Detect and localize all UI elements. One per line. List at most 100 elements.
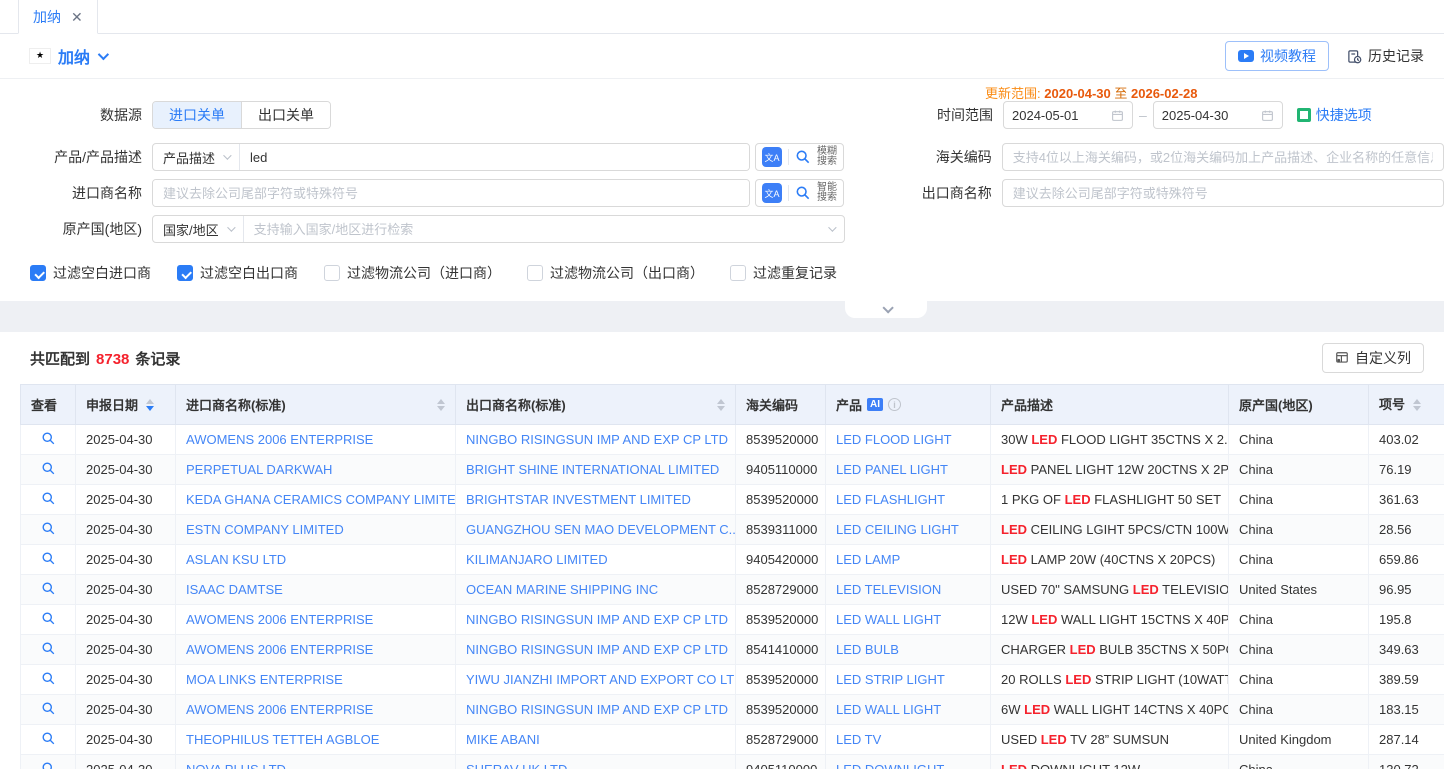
search-mode-icon[interactable] [795, 185, 811, 201]
cell-cif-value: 389.59 [1369, 665, 1444, 695]
translate-icon[interactable]: 文A [762, 183, 782, 203]
importer-link[interactable]: NOVA PLUS LTD [186, 762, 286, 769]
close-icon[interactable]: ✕ [71, 10, 83, 24]
view-icon[interactable] [41, 521, 56, 536]
importer-link[interactable]: AWOMENS 2006 ENTERPRISE [186, 702, 373, 717]
importer-link[interactable]: AWOMENS 2006 ENTERPRISE [186, 432, 373, 447]
view-icon[interactable] [41, 581, 56, 596]
product-link[interactable]: LED WALL LIGHT [836, 702, 941, 717]
checkbox-icon[interactable] [527, 265, 543, 281]
view-icon[interactable] [41, 551, 56, 566]
importer-link[interactable]: PERPETUAL DARKWAH [186, 462, 332, 477]
view-icon[interactable] [41, 431, 56, 446]
view-icon[interactable] [41, 701, 56, 716]
exporter-link[interactable]: MIKE ABANI [466, 732, 540, 747]
date-to-input[interactable]: 2025-04-30 [1153, 101, 1283, 129]
product-link[interactable]: LED PANEL LIGHT [836, 462, 948, 477]
filter-checkbox[interactable]: 过滤空白出口商 [177, 263, 298, 283]
importer-link[interactable]: ASLAN KSU LTD [186, 552, 286, 567]
exporter-link[interactable]: BRIGHTSTAR INVESTMENT LIMITED [466, 492, 691, 507]
filter-checkbox[interactable]: 过滤物流公司（进口商） [324, 263, 501, 283]
filter-checkbox[interactable]: 过滤物流公司（出口商） [527, 263, 704, 283]
sort-icon[interactable] [146, 399, 154, 411]
hs-code-input[interactable] [1002, 143, 1444, 171]
search-mode-label[interactable]: 模糊搜索 [817, 147, 837, 167]
importer-link[interactable]: KEDA GHANA CERAMICS COMPANY LIMITED [186, 492, 456, 507]
product-link[interactable]: LED WALL LIGHT [836, 612, 941, 627]
exporter-link[interactable]: NINGBO RISINGSUN IMP AND EXP CP LTD [466, 702, 728, 717]
quick-options-button[interactable]: 快捷选项 [1297, 105, 1372, 125]
product-link[interactable]: LED BULB [836, 642, 899, 657]
history-button[interactable]: 历史记录 [1347, 46, 1424, 66]
exporter-link[interactable]: YIWU JIANZHI IMPORT AND EXPORT CO LTD [466, 672, 736, 687]
product-link[interactable]: LED CEILING LIGHT [836, 522, 959, 537]
importer-name-input[interactable] [153, 180, 749, 206]
sort-icon[interactable] [437, 399, 445, 411]
view-icon[interactable] [41, 461, 56, 476]
exporter-row: 出口商名称 [921, 179, 1444, 207]
info-icon[interactable]: i [888, 398, 901, 411]
sort-icon[interactable] [1413, 399, 1421, 411]
origin-country-input[interactable] [244, 216, 828, 242]
view-icon[interactable] [41, 641, 56, 656]
exporter-link[interactable]: SHERAV HK LTD [466, 762, 567, 769]
product-link[interactable]: LED FLASHLIGHT [836, 492, 945, 507]
importer-link[interactable]: ISAAC DAMTSE [186, 582, 283, 597]
product-link[interactable]: LED LAMP [836, 552, 900, 567]
data-source-tab[interactable]: 进口关单 [153, 102, 242, 128]
exporter-link[interactable]: NINGBO RISINGSUN IMP AND EXP CP LTD [466, 642, 728, 657]
filter-checkbox[interactable]: 过滤空白进口商 [30, 263, 151, 283]
column-header-item_cif[interactable]: 项号 [1369, 385, 1444, 425]
collapse-panel-button[interactable] [845, 301, 927, 318]
exporter-link[interactable]: GUANGZHOU SEN MAO DEVELOPMENT C... [466, 522, 736, 537]
exporter-link[interactable]: OCEAN MARINE SHIPPING INC [466, 582, 658, 597]
video-tutorial-button[interactable]: 视频教程 [1225, 41, 1329, 71]
product-link[interactable]: LED FLOOD LIGHT [836, 432, 952, 447]
search-mode-icon[interactable] [795, 149, 811, 165]
importer-link[interactable]: THEOPHILUS TETTEH AGBLOE [186, 732, 379, 747]
product-search-input[interactable] [240, 144, 749, 170]
importer-link[interactable]: AWOMENS 2006 ENTERPRISE [186, 642, 373, 657]
exporter-name-input[interactable] [1002, 179, 1444, 207]
customize-columns-button[interactable]: 自定义列 [1322, 343, 1424, 373]
column-header-importer[interactable]: 进口商名称(标准) [176, 385, 456, 425]
sort-icon[interactable] [717, 399, 725, 411]
view-icon[interactable] [41, 671, 56, 686]
importer-link[interactable]: AWOMENS 2006 ENTERPRISE [186, 612, 373, 627]
tab-ghana[interactable]: 加纳 ✕ [18, 0, 98, 34]
country-picker[interactable]: ★ 加纳 [30, 44, 106, 68]
chevron-down-icon [223, 151, 231, 159]
view-icon[interactable] [41, 611, 56, 626]
checkbox-icon[interactable] [177, 265, 193, 281]
product-link[interactable]: LED TV [836, 732, 881, 747]
exporter-link[interactable]: NINGBO RISINGSUN IMP AND EXP CP LTD [466, 432, 728, 447]
origin-type-select[interactable]: 国家/地区 [153, 216, 244, 242]
importer-link[interactable]: MOA LINKS ENTERPRISE [186, 672, 343, 687]
exporter-link[interactable]: KILIMANJARO LIMITED [466, 552, 608, 567]
checkbox-icon[interactable] [30, 265, 46, 281]
cell-origin: China [1229, 605, 1369, 635]
translate-icon[interactable]: 文A [762, 147, 782, 167]
checkbox-icon[interactable] [324, 265, 340, 281]
data-source-tab[interactable]: 出口关单 [242, 102, 330, 128]
filter-checkboxes: 过滤空白进口商 过滤空白出口商 过滤物流公司（进口商） 过滤物流公司（出口商） 过滤重复… [30, 263, 837, 283]
product-field-select[interactable]: 产品描述 [153, 144, 240, 170]
importer-link[interactable]: ESTN COMPANY LIMITED [186, 522, 344, 537]
column-header-date[interactable]: 申报日期 [76, 385, 176, 425]
view-icon[interactable] [41, 761, 56, 769]
date-from-input[interactable]: 2024-05-01 [1003, 101, 1133, 129]
view-icon[interactable] [41, 491, 56, 506]
checkbox-icon[interactable] [730, 265, 746, 281]
exporter-link[interactable]: BRIGHT SHINE INTERNATIONAL LIMITED [466, 462, 719, 477]
table-header-row: 查看申报日期进口商名称(标准)出口商名称(标准)海关编码产品AIi产品描述原产国… [21, 385, 1444, 425]
column-header-exporter[interactable]: 出口商名称(标准) [456, 385, 736, 425]
product-link[interactable]: LED STRIP LIGHT [836, 672, 945, 687]
product-link[interactable]: LED TELEVISION [836, 582, 941, 597]
match-count: 8738 [96, 351, 129, 368]
search-mode-label[interactable]: 智能搜索 [817, 183, 837, 203]
exporter-link[interactable]: NINGBO RISINGSUN IMP AND EXP CP LTD [466, 612, 728, 627]
filter-checkbox[interactable]: 过滤重复记录 [730, 263, 837, 283]
cell-hs-code: 8528729000 [736, 575, 826, 605]
view-icon[interactable] [41, 731, 56, 746]
product-link[interactable]: LED DOWNLIGHT [836, 762, 944, 769]
